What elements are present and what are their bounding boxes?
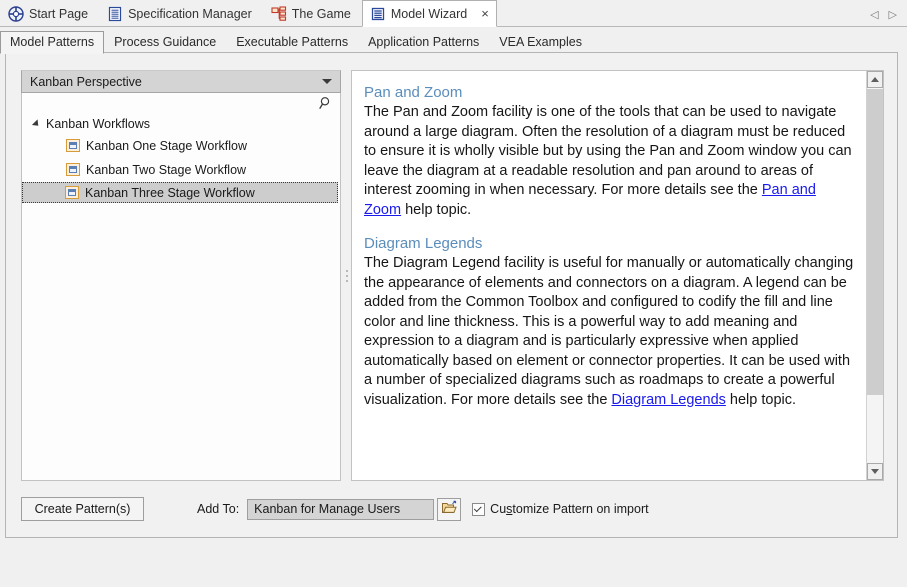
section-body-pan-and-zoom: The Pan and Zoom facility is one of the … (364, 103, 855, 220)
diagram-tree-icon (271, 6, 287, 22)
tree-item-label: Kanban Three Stage Workflow (85, 186, 255, 200)
wizard-action-bar: Create Pattern(s) Add To: Kanban for Man… (6, 481, 897, 537)
add-to-field[interactable]: Kanban for Manage Users (247, 499, 434, 520)
description-scrollbar[interactable] (866, 71, 883, 480)
nav-prev-icon[interactable]: ◁ (870, 10, 878, 21)
tree-root-node[interactable]: Kanban Workflows (22, 115, 340, 133)
nav-next-icon[interactable]: ▷ (889, 10, 897, 21)
scroll-down-button[interactable] (867, 463, 883, 480)
section-heading-diagram-legends: Diagram Legends (364, 234, 855, 253)
expander-collapse-icon[interactable] (32, 119, 41, 128)
document-tab-bar: Start Page Specification Manager (0, 0, 907, 27)
tab-model-patterns[interactable]: Model Patterns (0, 31, 104, 54)
scroll-down-icon (871, 469, 879, 474)
tree-item-kanban-two-stage-workflow[interactable]: Kanban Two Stage Workflow (23, 158, 339, 181)
tree-search-row (22, 93, 340, 113)
customize-pattern-checkbox[interactable] (472, 503, 485, 516)
tree-item-label: Kanban One Stage Workflow (86, 139, 247, 153)
tree-item-kanban-three-stage-workflow[interactable]: Kanban Three Stage Workflow (22, 182, 338, 203)
customize-pattern-checkbox-row[interactable]: Customize Pattern on import (472, 502, 648, 516)
tree-root-label: Kanban Workflows (46, 117, 150, 131)
body-text-after-link: help topic. (726, 392, 796, 408)
add-to-value: Kanban for Manage Users (254, 502, 400, 516)
tab-navigation: ◁ ▷ (870, 10, 907, 26)
scroll-up-button[interactable] (867, 71, 883, 88)
pattern-icon (66, 163, 80, 176)
tree-item-kanban-one-stage-workflow[interactable]: Kanban One Stage Workflow (23, 134, 339, 157)
document-tab-label: Start Page (29, 7, 88, 21)
open-folder-icon (441, 500, 457, 518)
customize-pattern-label: Customize Pattern on import (490, 502, 648, 516)
perspective-dropdown[interactable]: Kanban Perspective (21, 70, 341, 93)
document-tab-specification-manager[interactable]: Specification Manager (99, 0, 263, 26)
tab-process-guidance[interactable]: Process Guidance (104, 31, 226, 54)
pattern-browser: Kanban Perspective Kanban Workflo (21, 70, 341, 481)
document-tab-the-game[interactable]: The Game (263, 0, 362, 26)
create-patterns-button[interactable]: Create Pattern(s) (21, 497, 144, 521)
label-part-post: tomize Pattern on import (512, 502, 648, 516)
close-icon[interactable]: × (478, 7, 492, 20)
description-document: . . Pan and Zoom The Pan and Zoom facili… (352, 71, 867, 410)
pattern-icon (65, 186, 79, 199)
browse-package-button[interactable] (437, 498, 461, 521)
pattern-icon (66, 139, 80, 152)
splitter-grip-icon (346, 270, 348, 282)
scrollbar-thumb[interactable] (867, 89, 883, 395)
label-part-pre: Cu (490, 502, 506, 516)
description-viewport: . . Pan and Zoom The Pan and Zoom facili… (352, 71, 867, 480)
document-icon (107, 6, 123, 22)
document-tab-label: The Game (292, 7, 351, 21)
start-page-icon (8, 6, 24, 22)
document-tab-label: Specification Manager (128, 7, 252, 21)
document-tab-label: Model Wizard (391, 7, 467, 21)
search-icon[interactable] (319, 96, 333, 113)
tree-list: Kanban Workflows Kanban One Stage Workfl… (22, 113, 340, 203)
help-link-diagram-legends[interactable]: Diagram Legends (611, 392, 725, 408)
document-tab-model-wizard[interactable]: Model Wizard × (362, 0, 497, 27)
section-heading-pan-and-zoom: Pan and Zoom (364, 83, 855, 102)
pattern-description-panel: . . Pan and Zoom The Pan and Zoom facili… (351, 70, 884, 481)
section-body-diagram-legends: The Diagram Legend facility is useful fo… (364, 254, 855, 410)
chevron-down-icon (322, 79, 332, 84)
pattern-tree[interactable]: Kanban Workflows Kanban One Stage Workfl… (21, 93, 341, 481)
perspective-selected-value: Kanban Perspective (30, 75, 142, 89)
tab-application-patterns[interactable]: Application Patterns (358, 31, 489, 54)
document-tab-start-page[interactable]: Start Page (0, 0, 99, 26)
model-wizard-window: Start Page Specification Manager (0, 0, 907, 587)
wizard-tab-bar: Model Patterns Process Guidance Executab… (0, 28, 907, 54)
tab-vea-examples[interactable]: VEA Examples (489, 31, 592, 54)
document-icon (370, 6, 386, 22)
panel-splitter[interactable] (343, 70, 351, 481)
body-text-before-link: The Diagram Legend facility is useful fo… (364, 255, 853, 408)
add-to-label: Add To: (197, 502, 239, 516)
tab-executable-patterns[interactable]: Executable Patterns (226, 31, 358, 54)
body-text-after-link: help topic. (401, 202, 471, 218)
scroll-up-icon (871, 77, 879, 82)
tree-item-label: Kanban Two Stage Workflow (86, 163, 246, 177)
model-wizard-panel: Kanban Perspective Kanban Workflo (5, 52, 898, 538)
